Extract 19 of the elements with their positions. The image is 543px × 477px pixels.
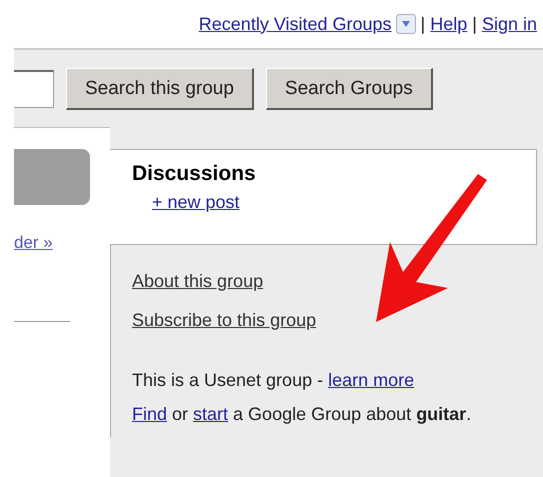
info-link[interactable]: Find <box>132 404 168 424</box>
discussions-title: Discussions <box>132 162 257 186</box>
group-link[interactable]: About this group <box>132 271 264 292</box>
header-link[interactable]: Sign in <box>482 14 537 34</box>
search-button[interactable]: Search Groups <box>266 68 433 110</box>
sidebar-link[interactable]: der » <box>14 233 68 253</box>
dropdown-icon[interactable] <box>396 14 416 34</box>
info-link[interactable]: start <box>193 404 228 424</box>
info-link[interactable]: learn more <box>328 370 414 390</box>
separator: | <box>420 14 426 34</box>
group-link[interactable]: Subscribe to this group <box>132 310 316 331</box>
new-post-link[interactable]: + new post <box>152 192 240 213</box>
recent-groups-link[interactable]: Recently Visited Groups <box>198 14 392 34</box>
info-text: This is a Usenet group - learn more <box>132 369 416 391</box>
search-button[interactable]: Search this group <box>66 68 254 110</box>
separator: | <box>472 14 477 34</box>
search-field[interactable] <box>14 70 54 108</box>
header-link[interactable]: Help <box>430 14 468 34</box>
info-text: Find or start a Google Group about guitar. <box>132 403 472 425</box>
